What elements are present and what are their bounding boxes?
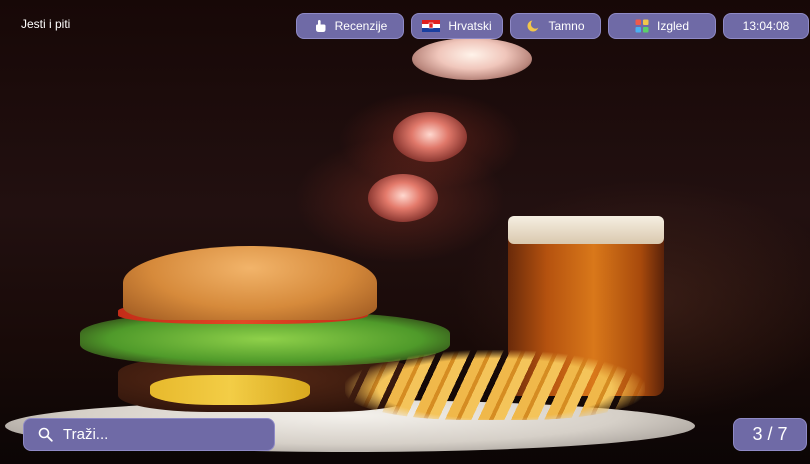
croatian-flag-icon [422,19,441,33]
clock-time: 13:04:08 [742,19,790,33]
pendant-lamp [412,38,532,80]
french-fries [345,350,645,420]
grid-icon [635,19,649,33]
language-button[interactable]: Hrvatski [411,13,503,39]
image-counter: 3 / 7 [733,418,807,451]
pendant-lamp [368,174,438,222]
background-photo [0,0,810,464]
theme-toggle[interactable]: Tamno [510,13,601,39]
moon-icon [526,19,541,33]
theme-label: Tamno [548,19,585,33]
search-icon [38,427,53,442]
layout-label: Izgled [656,19,690,33]
app-title: Jesti i piti [21,17,71,31]
burger-cheese [150,375,310,405]
search-input[interactable] [63,426,253,443]
reviews-label: Recenzije [334,19,388,33]
language-label: Hrvatski [448,19,492,33]
pointing-hand-icon [313,19,327,33]
clock: 13:04:08 [723,13,809,39]
burger-bun [123,246,377,320]
search-bar[interactable] [23,418,275,451]
image-counter-text: 3 / 7 [752,424,788,444]
pendant-lamp [393,112,467,162]
beer-foam [508,216,664,244]
layout-button[interactable]: Izgled [608,13,716,39]
reviews-button[interactable]: Recenzije [296,13,404,39]
